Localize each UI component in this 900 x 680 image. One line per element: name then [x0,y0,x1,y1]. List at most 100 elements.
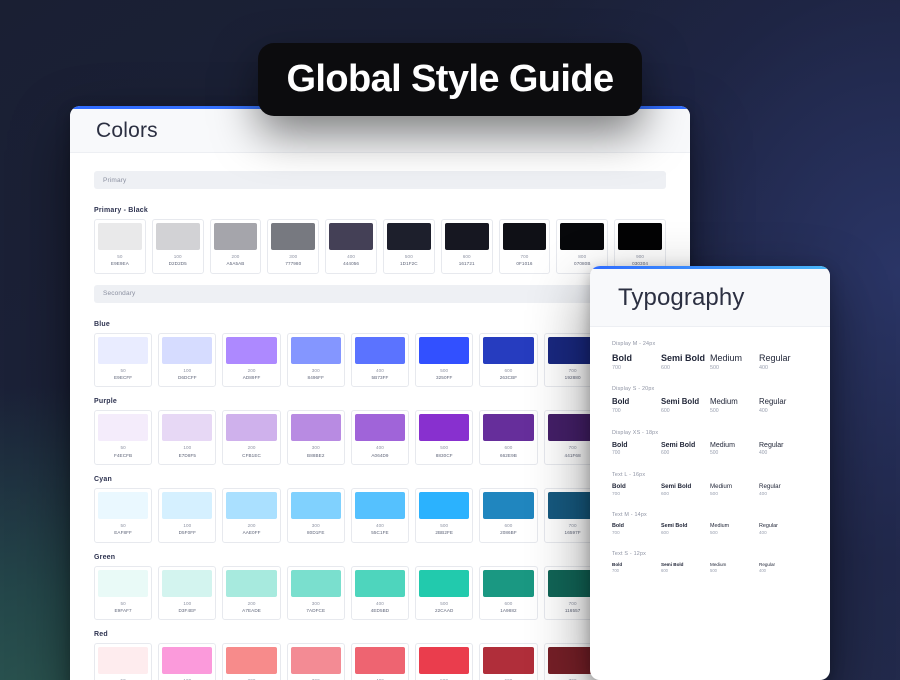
color-group-title: Green [94,554,666,561]
color-swatch[interactable]: 100E7D8F5 [158,410,216,465]
color-tone-label: 400 [329,253,373,260]
color-swatch[interactable]: 50E9FAF7 [94,566,152,621]
color-chip [271,223,315,250]
typography-panel: Typography Display M - 24pxBold700Semi B… [590,266,830,680]
color-swatch[interactable]: 5001D1F2C [383,219,435,274]
typography-weight-number: 700 [612,530,661,537]
color-swatch[interactable]: 100D2D2D5 [152,219,204,274]
color-hex-label: EAF8FF [98,529,148,536]
color-hex-label: 777980 [271,260,315,267]
color-tone-label: 600 [483,522,533,529]
color-swatch[interactable]: 6002086BF [479,488,537,543]
color-swatch[interactable]: 300777980 [267,219,319,274]
typography-weight-column: Semi Bold600 [661,352,710,372]
color-hex-label: 263CBF [483,374,533,381]
color-tone-label: 500 [419,600,469,607]
color-swatch[interactable]: 100D3F4EF [158,566,216,621]
color-hex-label: 1D1F2C [387,260,431,267]
color-tone-label: 400 [355,444,405,451]
color-swatch[interactable]: 600662E9B [479,410,537,465]
color-swatch[interactable]: 100D6DCFF [158,333,216,388]
color-swatch[interactable]: 3008496FF [287,333,345,388]
color-swatch[interactable]: 5002BB2FE [415,488,473,543]
color-swatch[interactable]: 7000F1016 [499,219,551,274]
color-swatch[interactable]: 30080D1FE [287,488,345,543]
color-chip [291,414,341,441]
color-swatch[interactable]: 4005B73FF [351,333,409,388]
color-swatch[interactable]: 50EAF8FF [94,488,152,543]
typography-weight-name: Medium [710,397,759,408]
color-swatch-meta: 100D5F0FF [162,519,212,539]
color-swatch[interactable]: 400444056 [325,219,377,274]
color-swatch[interactable]: 200A5A5AB [210,219,262,274]
color-tone-label: 600 [445,253,489,260]
color-swatch[interactable]: 6001A9882 [479,566,537,621]
color-swatch[interactable]: 50E9ECFF [94,333,152,388]
color-swatch[interactable]: 100D5F0FF [158,488,216,543]
typography-panel-body: Display M - 24pxBold700Semi Bold600Mediu… [590,327,830,575]
color-chip [419,570,469,597]
typography-weight-column: Bold700 [612,441,661,458]
color-swatch[interactable]: 40055C1FE [351,488,409,543]
color-tone-label: 50 [98,600,148,607]
color-swatch[interactable]: 50E9E9EA [94,219,146,274]
color-chip [162,414,212,441]
color-chip [419,337,469,364]
color-swatch[interactable]: 600B02E3A [479,643,537,680]
color-swatch[interactable]: 5003250FF [415,333,473,388]
color-tone-label: 50 [98,367,148,374]
typography-weight-number: 500 [710,530,759,537]
typography-weight-number: 600 [661,491,710,498]
color-swatch[interactable]: 4004ED5BD [351,566,409,621]
typography-weight-number: 700 [612,364,661,372]
color-tone-label: 100 [162,600,212,607]
color-swatch[interactable]: 5008830CF [415,410,473,465]
color-chip [291,492,341,519]
color-swatch[interactable]: 200CFB1EC [222,410,280,465]
color-tone-label: 200 [214,253,258,260]
color-swatch[interactable]: 50FEECEE [94,643,152,680]
color-swatch-row: 50F4ECFB100E7D8F5200CFB1EC 300B88BE2 400A0… [94,410,666,465]
typography-weight-number: 400 [759,491,808,498]
color-tone-label: 600 [483,444,533,451]
color-hex-label: D2D2D5 [156,260,200,267]
color-swatch[interactable]: 300F38B94 [287,643,345,680]
color-chip [483,570,533,597]
typography-weight-number: 400 [759,450,808,458]
color-swatch-meta: 3008496FF [291,364,341,384]
color-swatch[interactable]: 100FB9ADB [158,643,216,680]
color-chip [162,570,212,597]
color-swatch-meta: 6001A9882 [483,597,533,617]
typography-weight-column: Medium500 [710,397,759,415]
color-swatch[interactable]: 50F4ECFB [94,410,152,465]
color-swatch[interactable]: 200F78B8B [222,643,280,680]
color-swatch[interactable]: 500EA3D4D [415,643,473,680]
color-swatch[interactable]: 200AAE0FF [222,488,280,543]
typography-weight-name: Bold [612,441,661,450]
color-swatch[interactable]: 50022CAAD [415,566,473,621]
color-swatch[interactable]: 3007ADFCE [287,566,345,621]
color-tone-label: 50 [98,444,148,451]
color-chip [98,337,148,364]
color-swatch-meta: 200A5A5AB [214,250,258,270]
color-swatch[interactable]: 200AD89FF [222,333,280,388]
color-swatch[interactable]: 400A064D9 [351,410,409,465]
color-swatch[interactable]: 600161721 [441,219,493,274]
color-chip [445,223,489,250]
color-group: Primary - Black50E9E9EA100D2D2D5200A5A5A… [94,207,666,274]
typography-weight-column: Bold700 [612,352,661,372]
color-group: Green 50E9FAF7100D3F4EF200A7EADE3007ADFCE… [94,554,666,621]
color-swatch[interactable]: 200A7EADE [222,566,280,621]
color-group: Purple50F4ECFB100E7D8F5200CFB1EC300B88BE… [94,398,666,465]
color-swatch[interactable]: 300B88BE2 [287,410,345,465]
color-swatch[interactable]: 400EE6471 [351,643,409,680]
color-hex-label: CFB1EC [226,452,276,459]
color-swatch-meta: 300B88BE2 [291,441,341,461]
color-swatch-meta: 600B02E3A [483,674,533,680]
typography-weight-column: Regular400 [759,397,808,415]
typography-scale-block: Display M - 24pxBold700Semi Bold600Mediu… [612,341,808,372]
color-swatch-meta: 400A064D9 [355,441,405,461]
typography-weight-column: Medium500 [710,562,759,574]
color-hex-label: D6DCFF [162,374,212,381]
color-swatch[interactable]: 600263CBF [479,333,537,388]
